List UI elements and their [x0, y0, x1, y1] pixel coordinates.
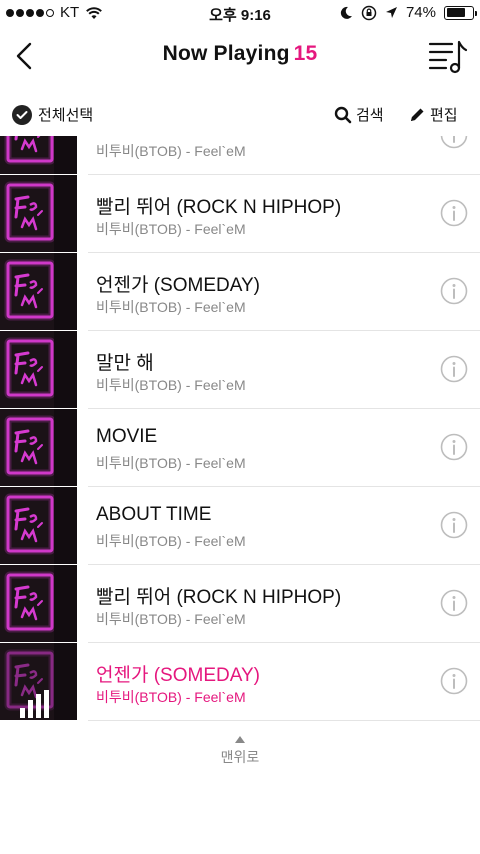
scroll-to-top-button[interactable]: 맨위로	[0, 736, 480, 767]
song-row[interactable]: ABOUT TIME 비투비(BTOB) - Feel`eM	[0, 487, 480, 565]
rotation-lock-icon	[361, 5, 377, 20]
song-title: 빨리 뛰어 (ROCK N HIPHOP)	[96, 197, 342, 218]
song-info: 빨리 뛰어 (ROCK N HIPHOP) 비투비(BTOB) - Feel`eM	[88, 565, 480, 643]
song-title: 빨리 뛰어 (ROCK N HIPHOP)	[96, 587, 342, 608]
info-circle-icon	[440, 433, 468, 461]
info-circle-icon	[440, 199, 468, 227]
song-info: MOVIE 비투비(BTOB) - Feel`eM	[88, 409, 480, 487]
song-artist-album: 비투비(BTOB) - Feel`eM	[96, 377, 246, 393]
song-info-button[interactable]	[440, 589, 468, 617]
song-list[interactable]: 비투비(BTOB) - Feel`eM 빨리 뛰어 (ROCK N HIPHOP)…	[0, 136, 480, 722]
info-circle-icon	[440, 136, 468, 149]
status-right: 74%	[339, 4, 477, 21]
header: Now Playing 15	[0, 28, 480, 84]
album-art	[0, 409, 77, 486]
song-info-button[interactable]	[440, 433, 468, 461]
edit-label: 편집	[430, 107, 458, 124]
album-art	[0, 331, 77, 408]
moon-icon	[340, 6, 352, 19]
song-info: ABOUT TIME 비투비(BTOB) - Feel`eM	[88, 487, 480, 565]
list-toolbar: 전체선택 검색 편집	[0, 96, 480, 136]
search-button[interactable]: 검색	[334, 104, 384, 125]
song-info: 비투비(BTOB) - Feel`eM	[88, 136, 480, 175]
select-all-label: 전체선택	[38, 107, 94, 124]
playlist-music-icon	[428, 40, 468, 74]
location-icon	[385, 7, 397, 18]
info-circle-icon	[440, 667, 468, 695]
song-row[interactable]: 빨리 뛰어 (ROCK N HIPHOP) 비투비(BTOB) - Feel`eM	[0, 175, 480, 253]
song-row[interactable]: MOVIE 비투비(BTOB) - Feel`eM	[0, 409, 480, 487]
album-art	[0, 175, 77, 252]
pencil-icon	[411, 108, 424, 121]
song-title: 언젠가 (SOMEDAY)	[96, 665, 260, 686]
song-row[interactable]: 언젠가 (SOMEDAY) 비투비(BTOB) - Feel`eM	[0, 253, 480, 331]
track-count: 15	[293, 42, 318, 65]
info-circle-icon	[440, 589, 468, 617]
edit-button[interactable]: 편집	[408, 104, 458, 125]
song-info-button[interactable]	[440, 136, 468, 149]
info-circle-icon	[440, 511, 468, 539]
song-info: 언젠가 (SOMEDAY) 비투비(BTOB) - Feel`eM	[88, 643, 480, 721]
album-art	[0, 643, 77, 720]
battery-icon	[444, 5, 477, 20]
album-art	[0, 253, 77, 330]
song-row[interactable]: 비투비(BTOB) - Feel`eM	[0, 136, 480, 175]
info-circle-icon	[440, 355, 468, 383]
select-all-button[interactable]: 전체선택	[12, 104, 93, 125]
song-info-button[interactable]	[440, 511, 468, 539]
page-title-text: Now Playing	[162, 42, 290, 65]
album-art	[0, 487, 77, 564]
song-row[interactable]: 빨리 뛰어 (ROCK N HIPHOP) 비투비(BTOB) - Feel`eM	[0, 565, 480, 643]
status-bar: KT 오후 9:16 74%	[0, 0, 480, 28]
battery-percent: 74%	[405, 4, 436, 21]
song-row[interactable]: 말만 해비투비(BTOB) - Feel`eM	[0, 331, 480, 409]
page-title: Now Playing 15	[0, 42, 480, 66]
search-label: 검색	[356, 107, 384, 124]
check-circle-icon	[12, 104, 32, 125]
song-artist-album: 비투비(BTOB) - Feel`eM	[96, 533, 246, 549]
song-title: 언젠가 (SOMEDAY)	[96, 275, 260, 296]
equalizer-icon	[20, 690, 49, 718]
song-title: 말만 해	[96, 353, 154, 374]
song-info: 말만 해비투비(BTOB) - Feel`eM	[88, 331, 480, 409]
song-info-button[interactable]	[440, 667, 468, 695]
song-row[interactable]: 언젠가 (SOMEDAY) 비투비(BTOB) - Feel`eM	[0, 643, 480, 721]
song-title: MOVIE	[96, 426, 158, 447]
up-triangle-icon	[235, 736, 245, 743]
song-artist-album: 비투비(BTOB) - Feel`eM	[96, 143, 246, 159]
song-info: 빨리 뛰어 (ROCK N HIPHOP) 비투비(BTOB) - Feel`eM	[88, 175, 480, 253]
song-info: 언젠가 (SOMEDAY) 비투비(BTOB) - Feel`eM	[88, 253, 480, 331]
song-title: ABOUT TIME	[96, 504, 212, 525]
song-artist-album: 비투비(BTOB) - Feel`eM	[96, 611, 246, 627]
song-artist-album: 비투비(BTOB) - Feel`eM	[96, 299, 246, 315]
song-info-button[interactable]	[440, 199, 468, 227]
battery-level	[446, 8, 465, 17]
album-art	[0, 565, 77, 642]
album-art	[0, 136, 77, 174]
search-icon	[334, 106, 352, 123]
info-circle-icon	[440, 277, 468, 305]
song-artist-album: 비투비(BTOB) - Feel`eM	[96, 455, 246, 471]
song-artist-album: 비투비(BTOB) - Feel`eM	[96, 689, 246, 705]
playlist-button[interactable]	[428, 38, 468, 74]
song-info-button[interactable]	[440, 277, 468, 305]
scroll-to-top-label: 맨위로	[220, 749, 260, 765]
song-artist-album: 비투비(BTOB) - Feel`eM	[96, 221, 246, 237]
song-info-button[interactable]	[440, 355, 468, 383]
